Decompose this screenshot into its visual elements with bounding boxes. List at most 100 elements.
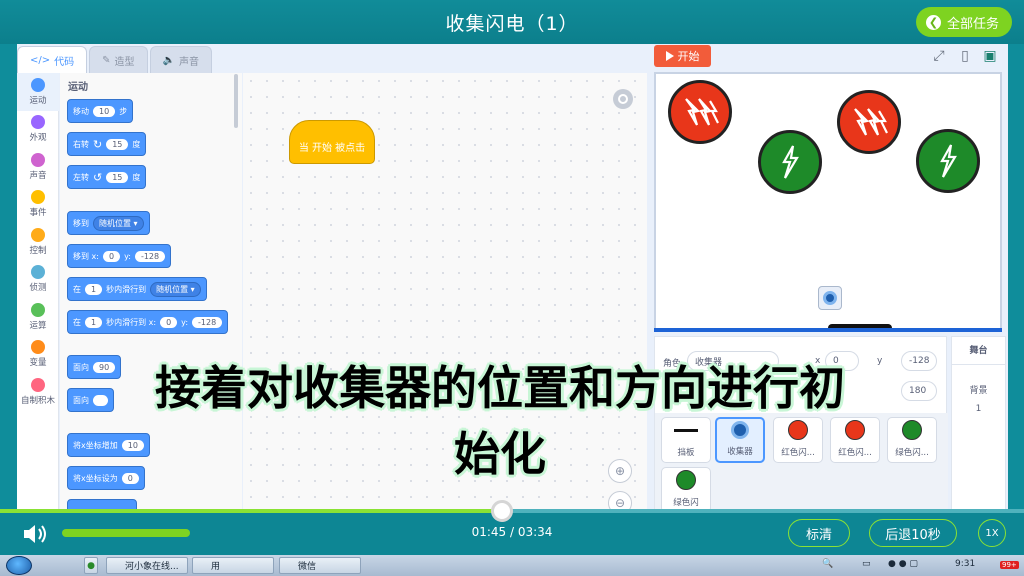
glide-block[interactable]: 在 1 秒内滑行到 随机位置 ▾ (67, 277, 207, 301)
category-label: 外观 (29, 133, 47, 144)
block-input[interactable]: 1 (85, 316, 103, 328)
block-dropdown[interactable]: 随机位置 ▾ (93, 215, 144, 231)
block-text: 移动 (73, 106, 89, 116)
clock: 9:31 (955, 559, 976, 569)
sprite-target-icon[interactable] (613, 89, 633, 109)
block-text: 左转 (73, 172, 89, 182)
block-input[interactable]: 10 (93, 105, 116, 117)
block-input[interactable]: 1 (85, 283, 103, 295)
play-icon (665, 51, 674, 61)
network-icon[interactable]: ▭ (862, 559, 871, 569)
block-text: 度 (132, 172, 141, 182)
app-icon[interactable]: ● (84, 557, 98, 574)
category-sound[interactable]: 声音 (17, 148, 59, 186)
block-text: y: (181, 317, 189, 327)
stage-selector[interactable]: 舞台 背景 1 (951, 336, 1006, 511)
large-stage-icon[interactable]: ▣ (981, 47, 999, 64)
category-label: 变量 (29, 358, 47, 369)
palette-scrollbar[interactable] (234, 74, 238, 128)
speed-button[interactable]: 1X (978, 519, 1006, 547)
category-control[interactable]: 控制 (17, 223, 59, 261)
category-events[interactable]: 事件 (17, 186, 59, 224)
back-arrow-icon: ❮ (926, 14, 941, 30)
category-label: 控制 (29, 245, 47, 256)
rotate-left-icon: ↺ (93, 170, 103, 184)
search-icon[interactable]: 🔍 (822, 559, 833, 569)
tab-code[interactable]: </> 代码 (17, 46, 88, 73)
operators-dot-icon (31, 302, 45, 317)
goto-xy-block[interactable]: 移到 x: 0 y: -128 (67, 244, 172, 268)
block-input[interactable]: 0 (102, 250, 121, 262)
block-input[interactable]: 15 (106, 171, 129, 183)
block-text: y: (124, 251, 131, 261)
collector-sprite[interactable] (818, 286, 842, 310)
stage-canvas[interactable] (654, 72, 1002, 332)
events-dot-icon (31, 190, 45, 205)
category-variables[interactable]: 变量 (17, 336, 59, 374)
block-input[interactable]: 15 (106, 138, 129, 150)
block-text: 秒内滑行到 x: (106, 317, 157, 327)
turn-right-block[interactable]: 右转 ↻ 15 度 (67, 132, 147, 156)
os-taskbar: ● 河小象在线... 用 微信 🔍 ▭ ● ● ▢ 9:31 99+ (0, 555, 1024, 576)
all-tasks-label: 全部任务 (947, 16, 1000, 32)
goto-block[interactable]: 移到 随机位置 ▾ (67, 211, 150, 235)
category-looks[interactable]: 外观 (17, 111, 59, 149)
stage-heading: 舞台 (952, 337, 1005, 365)
start-button[interactable]: 开始 (654, 45, 711, 67)
move-steps-block[interactable]: 移动 10 步 (67, 99, 134, 123)
lightning-icon (854, 108, 888, 136)
all-tasks-button[interactable]: ❮ 全部任务 (916, 7, 1012, 37)
notification-badge[interactable]: 99+ (1000, 561, 1019, 569)
turn-left-block[interactable]: 左转 ↺ 15 度 (67, 165, 147, 189)
block-text: 在 (73, 317, 81, 327)
motion-dot-icon (31, 77, 45, 92)
video-player-bar: 01:45 / 03:34 标清 后退10秒 1X (0, 500, 1024, 555)
category-motion[interactable]: 运动 (17, 73, 59, 111)
green-lightning-sprite[interactable] (758, 130, 822, 194)
title-bar: 收集闪电（1） ❮ 全部任务 (0, 0, 1024, 44)
green-lightning-sprite[interactable] (916, 129, 980, 193)
rewind-10s-button[interactable]: 后退10秒 (869, 519, 957, 547)
block-text: 秒内滑行到 (106, 284, 147, 294)
tray-icons[interactable]: ● ● ▢ (888, 559, 918, 569)
taskbar-item-wechat[interactable]: 微信 (279, 557, 361, 574)
fullscreen-icon[interactable]: ⤢ (930, 47, 948, 64)
taskbar-item-browser[interactable]: 河小象在线... (106, 557, 188, 574)
category-label: 事件 (29, 208, 47, 219)
lightning-icon (940, 144, 957, 178)
palette-heading: 运动 (68, 82, 88, 93)
code-icon: </> (30, 54, 51, 66)
editor-tabs: </> 代码 ✎ 造型 🔈 声音 (17, 46, 212, 74)
glide-xy-block[interactable]: 在 1 秒内滑行到 x: 0 y: -128 (67, 310, 229, 334)
category-my-blocks[interactable]: 自制积木 (17, 373, 59, 411)
small-stage-icon[interactable]: ▯ (956, 47, 974, 64)
progress-knob[interactable] (490, 500, 513, 522)
tab-code-label: 代码 (54, 56, 75, 68)
block-input[interactable]: 0 (160, 316, 178, 328)
backdrop-label: 背景 (969, 386, 988, 396)
tab-costumes[interactable]: ✎ 造型 (89, 46, 148, 73)
tab-costumes-label: 造型 (114, 56, 135, 68)
tab-sounds[interactable]: 🔈 声音 (149, 46, 212, 73)
block-dropdown[interactable]: 随机位置 ▾ (150, 281, 201, 297)
when-start-clicked-block[interactable]: 当 开始 被点击 (289, 120, 375, 164)
tab-sounds-label: 声音 (178, 56, 199, 68)
category-sensing[interactable]: 侦测 (17, 261, 59, 299)
sound-icon: 🔈 (162, 54, 175, 66)
brush-icon: ✎ (102, 54, 111, 66)
category-label: 声音 (29, 170, 47, 181)
rotate-right-icon: ↻ (93, 137, 103, 151)
windows-start-icon[interactable] (6, 556, 32, 575)
quality-button[interactable]: 标清 (788, 519, 850, 547)
block-input[interactable]: -128 (134, 250, 166, 262)
taskbar-item-app[interactable]: 用 (192, 557, 274, 574)
category-operators[interactable]: 运算 (17, 298, 59, 336)
red-lightning-sprite[interactable] (837, 90, 901, 154)
stage-bottom-bar (654, 328, 1002, 332)
block-input[interactable]: -128 (192, 316, 223, 328)
block-text: 右转 (73, 139, 89, 149)
category-menu: 运动 外观 声音 事件 控制 侦测 运算 变量 自制积木 (17, 73, 59, 511)
red-lightning-sprite[interactable] (668, 80, 732, 144)
category-label: 自制积木 (20, 395, 55, 406)
my-blocks-dot-icon (31, 377, 45, 392)
